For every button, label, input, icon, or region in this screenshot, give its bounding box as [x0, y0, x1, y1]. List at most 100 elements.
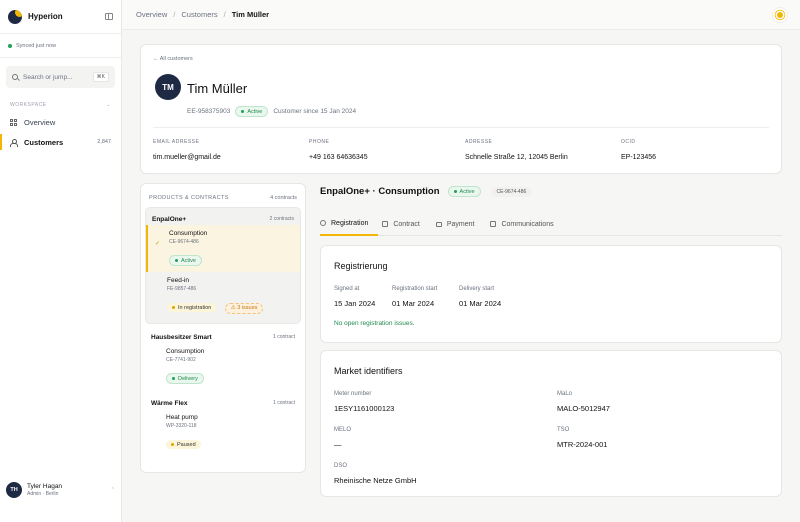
app-name: Hyperion [28, 12, 63, 21]
dso: DSO Rheinische Netze GmbH [334, 463, 417, 485]
breadcrumb-customers[interactable]: Customers [181, 10, 217, 19]
contract-id: CE-9674-486 [169, 239, 199, 245]
contract-title: Consumption [166, 348, 205, 355]
breadcrumb-separator: / [173, 10, 176, 19]
contract-header: EnpalOne+ · Consumption Active CE-9674-4… [320, 186, 537, 197]
document-icon [382, 221, 389, 227]
status-badge: Delivery [166, 373, 204, 384]
contract-tabs: Registration Contract Payment Communicat… [320, 212, 782, 236]
group-name: Hausbesitzer Smart [151, 334, 212, 341]
workspace-label: WORKSPACE [10, 102, 47, 108]
contract-item[interactable]: Heat pump WP-3320-118 Paused [145, 409, 301, 456]
status-badge: Active [169, 255, 202, 266]
group-count: 1 contract [273, 334, 295, 340]
contract-item[interactable]: ✓ Consumption CE-9674-486 Active [146, 225, 300, 272]
field-label: ADRESSE [465, 139, 493, 145]
phone-field: PHONE +49 163 64636345 [309, 139, 368, 161]
contract-id-badge: CE-9674-486 [490, 186, 533, 197]
search-icon [12, 74, 18, 80]
chevron-icon: ⌃ [110, 487, 115, 493]
contract-title: EnpalOne+ · Consumption [320, 186, 440, 197]
customer-since: Customer since 15 Jan 2024 [273, 108, 357, 115]
chevron-down-icon: ⌄ [106, 102, 111, 108]
sidebar-header: Hyperion [0, 0, 121, 34]
group-count: 1 contract [273, 400, 295, 406]
grid-icon [10, 118, 17, 126]
delivery-start: Delivery start 01 Mar 2024 [459, 286, 502, 308]
search-input[interactable]: Search or jump... ⌘K [6, 66, 115, 88]
sync-dot-icon [8, 43, 12, 48]
sidebar-toggle-icon[interactable] [105, 13, 113, 20]
breadcrumb-overview[interactable]: Overview [136, 10, 167, 19]
breadcrumb-current: Tim Müller [231, 10, 270, 19]
address-field: ADRESSE Schnelle Straße 12, 12045 Berlin [465, 139, 568, 161]
field-value: Schnelle Straße 12, 12045 Berlin [465, 154, 568, 161]
field-value[interactable]: +49 163 64636345 [309, 154, 368, 161]
group-header: EnpalOne+ 2 contracts [146, 214, 300, 225]
products-title: PRODUCTS & CONTRACTS [149, 195, 229, 201]
registration-start: Registration start 01 Mar 2024 [392, 286, 438, 308]
section-title: Registrierung [334, 261, 388, 271]
theme-toggle-button[interactable] [772, 7, 788, 23]
tab-communications[interactable]: Communications [490, 212, 565, 236]
products-header: PRODUCTS & CONTRACTS 4 contracts [141, 184, 305, 207]
melo: MELO — [334, 427, 352, 449]
product-group: Hausbesitzer Smart 1 contract Consumptio… [141, 324, 305, 390]
field-label: PHONE [309, 139, 330, 145]
malo: MaLo MALO-5012947 [557, 391, 610, 413]
tab-contract[interactable]: Contract [382, 212, 431, 236]
divider [153, 127, 769, 128]
sidebar-item-overview[interactable]: Overview [0, 112, 121, 132]
field-label: OCID [621, 139, 636, 145]
status-badge: Paused [166, 440, 201, 449]
registration-note: No open registration issues. [334, 320, 415, 327]
tab-registration[interactable]: Registration [320, 212, 379, 236]
registration-card: Registrierung Signed at 15 Jan 2024 Regi… [320, 245, 782, 343]
customer-id: EE-958375903 [187, 108, 231, 115]
group-header: Hausbesitzer Smart 1 contract [145, 332, 301, 343]
tab-payment[interactable]: Payment [435, 212, 487, 236]
workspace-section[interactable]: WORKSPACE ⌄ [0, 96, 121, 112]
group-header: Wärme Flex 1 contract [145, 398, 301, 409]
customer-meta: EE-958375903 Active Customer since 15 Ja… [187, 106, 356, 117]
group-name: EnpalOne+ [152, 216, 187, 223]
contract-item[interactable]: Consumption CE-7741-902 Delivery [145, 343, 301, 390]
back-link[interactable]: ← All customers [153, 56, 193, 62]
ocid-field: OCID EP-123456 [621, 139, 656, 161]
email-field: EMAIL ADRESSE tim.mueller@gmail.de [153, 139, 221, 161]
signed-at: Signed at 15 Jan 2024 [334, 286, 376, 308]
shortcut-badge: ⌘K [92, 72, 109, 82]
customer-profile-card: ← All customers TM Tim Müller EE-9583759… [140, 44, 782, 174]
sync-status-text: Synced just now [16, 42, 57, 49]
field-value: EP-123456 [621, 154, 657, 161]
hyperion-logo-icon [8, 9, 22, 24]
user-menu[interactable]: TH Tyler Hagan Admin · Berlin ⌃ [0, 482, 121, 498]
products-panel: PRODUCTS & CONTRACTS 4 contracts EnpalOn… [140, 183, 306, 473]
sidebar-item-label: Customers [24, 137, 64, 147]
sun-icon [777, 12, 783, 18]
check-icon: ✓ [155, 241, 161, 247]
group-name: Wärme Flex [151, 400, 188, 407]
avatar: TH [6, 482, 22, 498]
avatar: TM [155, 74, 181, 100]
customer-name: Tim Müller [187, 81, 248, 96]
section-title: Market identifiers [334, 366, 403, 376]
registration-icon [320, 220, 326, 226]
contract-id: FE-9857-486 [167, 286, 197, 292]
user-name: Tyler Hagan [27, 483, 63, 490]
breadcrumb-separator: / [223, 10, 226, 19]
contract-id: WP-3320-118 [166, 423, 197, 429]
status-badge: In registration [167, 303, 217, 312]
sidebar: Hyperion Synced just now Search or jump.… [0, 0, 122, 522]
issues-badge[interactable]: ⚠ 3 issues [224, 302, 264, 314]
status-badge: Active [447, 186, 481, 197]
customers-count: 2,847 [97, 139, 111, 145]
sidebar-item-customers[interactable]: Customers 2,847 [0, 132, 121, 152]
contract-item[interactable]: Feed-in FE-9857-486 In registration ⚠ 3 … [146, 272, 300, 319]
message-icon [490, 221, 497, 227]
contract-title: Consumption [169, 230, 208, 237]
card-icon [435, 221, 442, 227]
breadcrumb: Overview / Customers / Tim Müller [122, 0, 800, 30]
user-role: Admin · Berlin [27, 491, 59, 497]
field-value[interactable]: tim.mueller@gmail.de [153, 154, 221, 161]
